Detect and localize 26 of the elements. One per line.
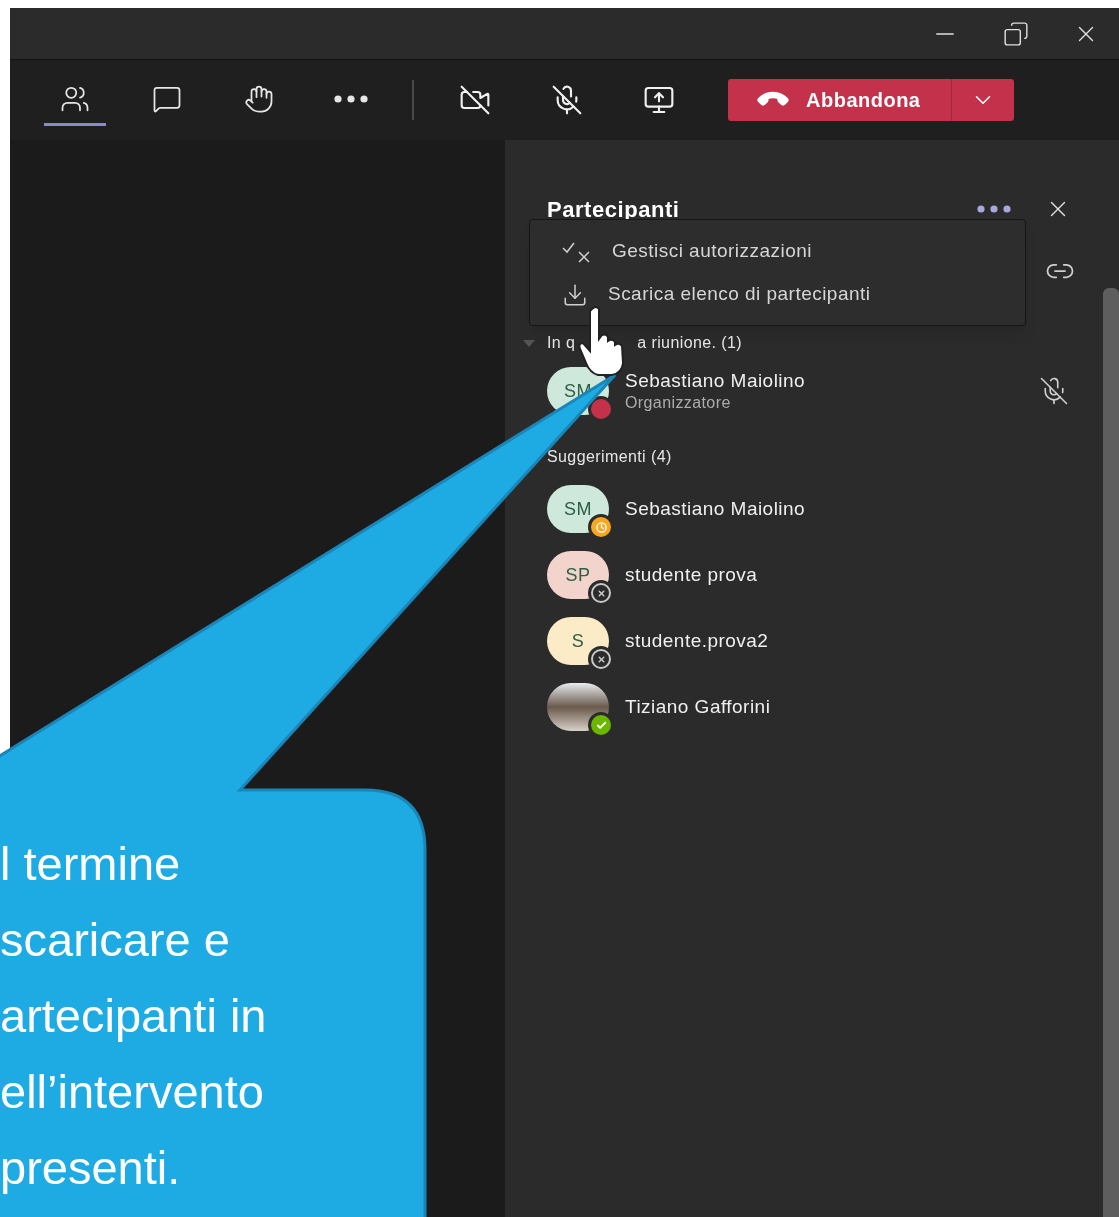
leave-button[interactable]: Abbandona bbox=[728, 79, 952, 121]
restore-icon[interactable] bbox=[1003, 20, 1029, 47]
participant-name: studente.prova2 bbox=[625, 629, 769, 653]
microphone-off-icon bbox=[551, 84, 583, 116]
avatar: S bbox=[547, 617, 609, 665]
avatar-photo-placeholder bbox=[547, 683, 609, 731]
participant-name: Sebastiano Maiolino bbox=[625, 497, 806, 521]
section-header: a riunione. (1) bbox=[637, 333, 742, 353]
raised-hand-icon bbox=[244, 83, 274, 114]
camera-off-icon bbox=[459, 84, 491, 116]
more-icon[interactable] bbox=[977, 205, 1011, 213]
participant-name: Sebastiano Maiolino bbox=[625, 369, 806, 393]
avatar: SP bbox=[547, 551, 609, 599]
callout-text: l termine scaricare e artecipanti in ell’intervento presenti. bbox=[0, 836, 268, 1196]
share-screen-icon bbox=[643, 84, 675, 116]
participant-name: Tiziano Gafforini bbox=[625, 695, 771, 719]
menu-item[interactable]: Gestisci autorizzazioni bbox=[530, 230, 1025, 273]
scrollbar[interactable] bbox=[1103, 288, 1119, 1217]
panel-title: Partecipanti bbox=[547, 195, 680, 224]
menu-item[interactable]: Scarica elenco di partecipanti bbox=[530, 273, 1025, 316]
section-header: Suggerimenti (4) bbox=[547, 447, 672, 467]
avatar: SM bbox=[547, 485, 609, 533]
more-icon bbox=[334, 94, 368, 103]
participant-role: Organizzatore bbox=[625, 392, 732, 413]
participant-name: studente prova bbox=[625, 563, 758, 587]
section-header: In q bbox=[547, 333, 576, 353]
